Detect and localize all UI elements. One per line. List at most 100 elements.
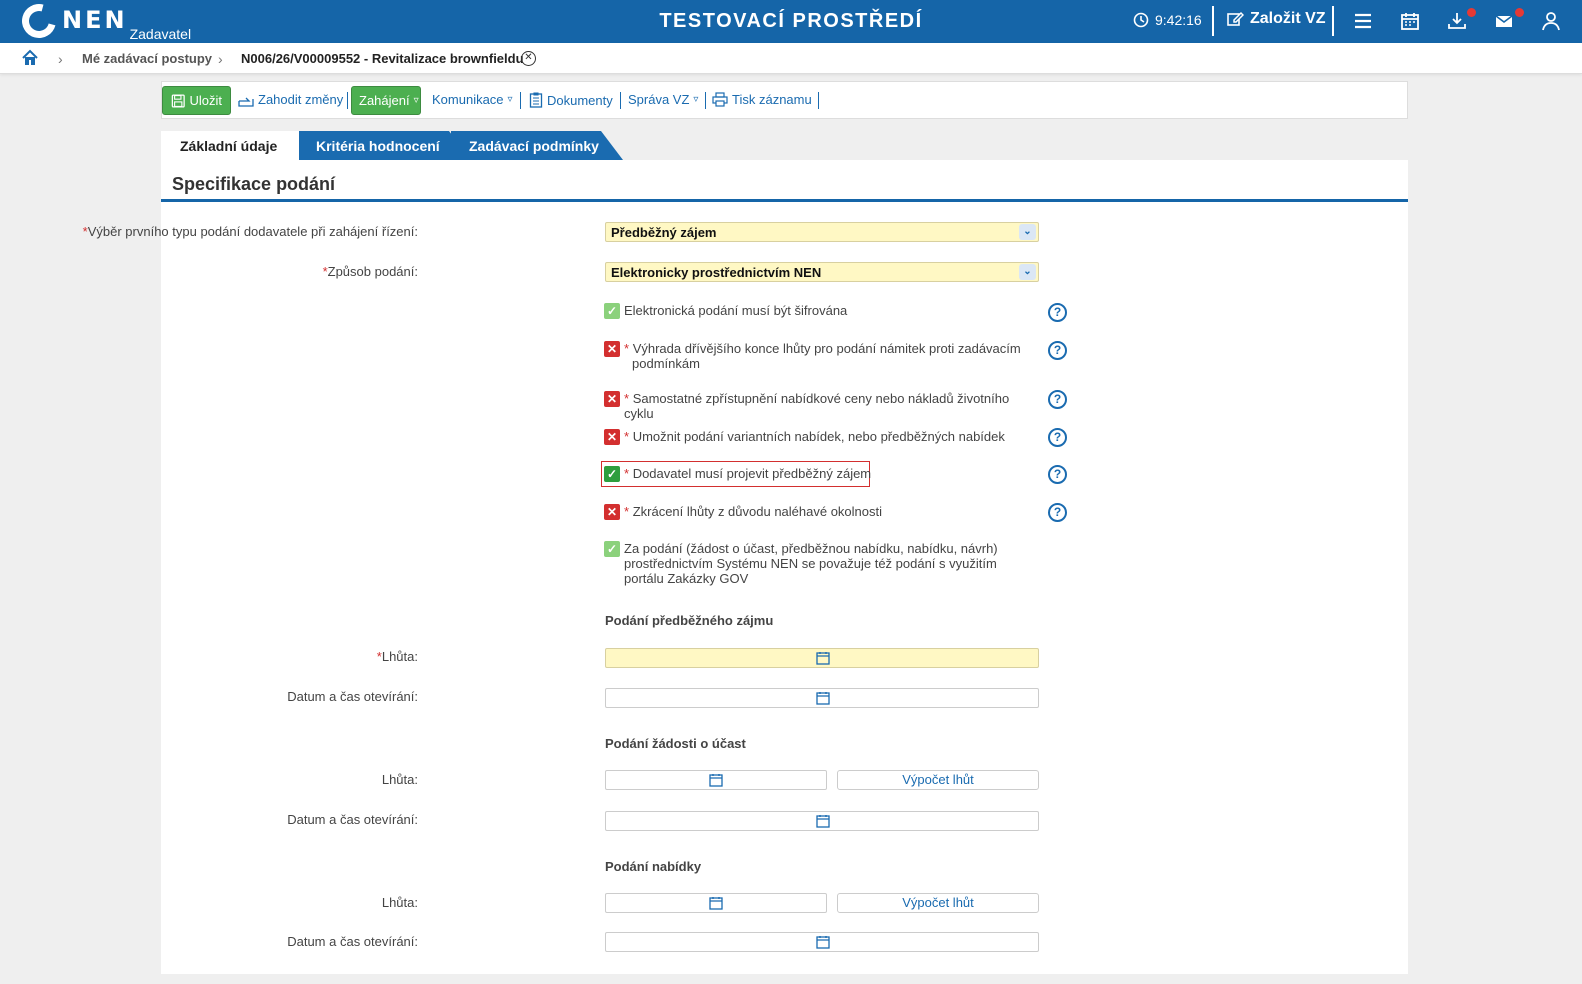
tab-tender-conditions[interactable]: Zadávací podmínky <box>451 131 623 160</box>
toolbar-divider <box>818 92 819 109</box>
logo-subtitle: Zadavatel <box>129 26 192 42</box>
nen-logo[interactable]: NEN Zadavatel <box>15 0 192 45</box>
notification-dot <box>1515 8 1524 17</box>
tab-evaluation-criteria[interactable]: Kritéria hodnocení <box>299 131 471 160</box>
check-icon: ✓ <box>604 541 620 557</box>
participation-opening-input[interactable] <box>605 811 1039 831</box>
logo-text: NEN <box>62 6 128 34</box>
deadline-label: Lhůta: <box>381 772 418 787</box>
topbar-divider <box>1212 6 1214 36</box>
communication-label: Komunikace <box>432 92 504 107</box>
checkbox-row-urgent-shortening[interactable]: ✕ * Zkrácení lhůty z důvodu naléhavé oko… <box>604 504 1034 520</box>
opening-label: Datum a čas otevírání: <box>287 934 418 949</box>
undo-icon <box>238 97 254 107</box>
checkbox-label: Elektronická podání musí být šifrována <box>624 303 848 318</box>
breadcrumb-current: N006/26/V00009552 - Revitalizace brownfi… <box>241 51 524 66</box>
checkbox-row-objection-deadline[interactable]: ✕ * Výhrada dřívějšího konce lhůty pro p… <box>604 341 1034 371</box>
interest-opening-input[interactable] <box>605 688 1039 708</box>
menu-icon[interactable] <box>1352 10 1374 32</box>
print-record-link[interactable]: Tisk záznamu <box>712 92 812 107</box>
calendar-icon[interactable] <box>709 896 723 910</box>
close-icon[interactable]: ✕ <box>521 51 536 66</box>
documents-link[interactable]: Dokumenty <box>529 92 613 108</box>
toolbar-divider <box>347 92 348 109</box>
help-icon[interactable]: ? <box>1048 390 1067 409</box>
section-offer: Podání nabídky <box>605 859 702 874</box>
caret-down-icon: ▿ <box>507 94 513 105</box>
submission-method-select[interactable]: Elektronicky prostřednictvím NEN ⌄ <box>605 262 1039 282</box>
start-label: Zahájení <box>359 93 410 108</box>
calendar-icon[interactable] <box>816 814 830 828</box>
create-vz-label: Založit VZ <box>1250 10 1326 27</box>
calendar-icon[interactable] <box>816 651 830 665</box>
help-icon[interactable]: ? <box>1048 465 1067 484</box>
print-label: Tisk záznamu <box>732 92 812 107</box>
chevron-down-icon[interactable]: ⌄ <box>1019 224 1036 240</box>
participation-deadline-input[interactable] <box>605 770 827 790</box>
deadline-label: *Lhůta: <box>376 649 418 664</box>
create-vz-button[interactable]: Založit VZ <box>1226 10 1326 28</box>
chevron-right-icon: › <box>218 51 223 67</box>
help-icon[interactable]: ? <box>1048 341 1067 360</box>
checkbox-row-encrypted[interactable]: ✓ Elektronická podání musí být šifrována <box>604 303 1034 319</box>
caret-down-icon: ▿ <box>693 94 699 105</box>
calendar-icon[interactable] <box>816 935 830 949</box>
offer-opening-input[interactable] <box>605 932 1039 952</box>
calendar-icon[interactable] <box>1399 10 1421 32</box>
section-preliminary-interest: Podání předběžného zájmu <box>605 613 774 628</box>
interest-deadline-input[interactable] <box>605 648 1039 668</box>
clock-time: 9:42:16 <box>1155 12 1202 28</box>
notification-dot <box>1467 8 1476 17</box>
user-icon[interactable] <box>1540 10 1562 32</box>
home-icon[interactable] <box>21 49 39 67</box>
checkbox-row-separate-price[interactable]: ✕ * Samostatné zpřístupnění nabídkové ce… <box>604 391 1034 421</box>
action-toolbar: Uložit Zahodit změny Zahájení ▿ Komunika… <box>161 81 1408 119</box>
chevron-right-icon: › <box>58 51 63 67</box>
breadcrumb-my-procedures[interactable]: Mé zadávací postupy <box>82 51 212 66</box>
topbar-divider <box>1332 6 1334 36</box>
printer-icon <box>712 92 728 107</box>
toolbar-divider <box>520 92 521 109</box>
offer-deadline-input[interactable] <box>605 893 827 913</box>
checkbox-label: Za podání (žádost o účast, předběžnou na… <box>624 541 998 586</box>
save-button[interactable]: Uložit <box>162 86 231 115</box>
cross-icon: ✕ <box>604 391 620 407</box>
first-submission-type-label: *Výběr prvního typu podání dodavatele př… <box>82 224 418 239</box>
calculate-deadlines-button[interactable]: Výpočet lhůt <box>837 893 1039 913</box>
calendar-icon[interactable] <box>709 773 723 787</box>
communication-dropdown[interactable]: Komunikace ▿ <box>432 92 513 107</box>
checkbox-label: * Dodavatel musí projevit předběžný záje… <box>624 466 872 481</box>
toolbar-divider <box>705 92 706 109</box>
tab-basic-info[interactable]: Základní údaje <box>161 131 313 160</box>
checkbox-label: * Výhrada dřívějšího konce lhůty pro pod… <box>624 341 1021 371</box>
checkbox-row-variant-offers[interactable]: ✕ * Umožnit podání variantních nabídek, … <box>604 429 1034 445</box>
cross-icon: ✕ <box>604 341 620 357</box>
help-icon[interactable]: ? <box>1048 503 1067 522</box>
panel-title: Specifikace podání <box>172 174 336 194</box>
first-submission-type-select[interactable]: Předběžný zájem ⌄ <box>605 222 1039 242</box>
check-icon: ✓ <box>604 303 620 319</box>
admin-dropdown[interactable]: Správa VZ ▿ <box>628 92 698 107</box>
section-participation: Podání žádosti o účast <box>605 736 746 751</box>
first-submission-type-value: Předběžný zájem <box>611 225 717 240</box>
checkbox-row-gov-portal[interactable]: ✓ Za podání (žádost o účast, předběžnou … <box>604 541 1034 586</box>
save-icon <box>171 93 185 108</box>
checkbox-label: * Umožnit podání variantních nabídek, ne… <box>624 429 1005 444</box>
opening-label: Datum a čas otevírání: <box>287 812 418 827</box>
discard-changes-link[interactable]: Zahodit změny <box>238 92 343 107</box>
download-icon[interactable] <box>1446 10 1468 32</box>
help-icon[interactable]: ? <box>1048 428 1067 447</box>
cross-icon: ✕ <box>604 504 620 520</box>
check-icon: ✓ <box>604 466 620 482</box>
calculate-deadlines-button[interactable]: Výpočet lhůt <box>837 770 1039 790</box>
mail-icon[interactable] <box>1493 10 1515 32</box>
deadline-label: Lhůta: <box>381 895 418 910</box>
start-dropdown-button[interactable]: Zahájení ▿ <box>351 86 421 115</box>
calendar-icon[interactable] <box>816 691 830 705</box>
top-bar: NEN Zadavatel TESTOVACÍ PROSTŘEDÍ 9:42:1… <box>0 0 1582 45</box>
checkbox-row-preliminary-interest[interactable]: ✓ * Dodavatel musí projevit předběžný zá… <box>604 466 1034 482</box>
cross-icon: ✕ <box>604 429 620 445</box>
chevron-down-icon[interactable]: ⌄ <box>1019 264 1036 280</box>
help-icon[interactable]: ? <box>1048 303 1067 322</box>
opening-label: Datum a čas otevírání: <box>287 689 418 704</box>
